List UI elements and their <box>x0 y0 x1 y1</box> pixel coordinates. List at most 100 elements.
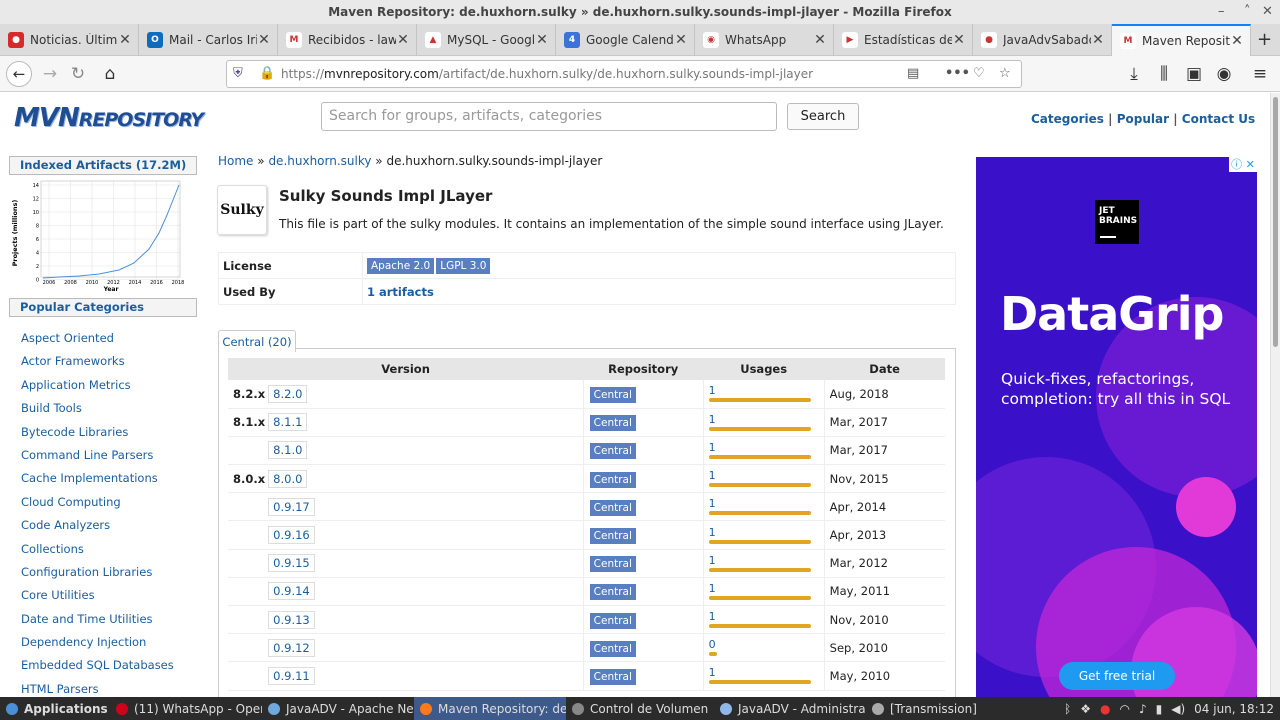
indexed-artifacts-header[interactable]: Indexed Artifacts (17.2M) <box>9 156 197 175</box>
sidebar-category-link[interactable]: Bytecode Libraries <box>21 421 197 444</box>
taskbar-item[interactable]: (11) WhatsApp - Opera <box>110 697 262 720</box>
browser-tab[interactable]: ● JavaAdvSabado ✕ <box>973 24 1112 56</box>
col-header-version[interactable]: Version <box>228 358 584 380</box>
page-scrollbar[interactable] <box>1270 93 1280 697</box>
usages-link[interactable]: 1 <box>709 442 824 453</box>
advertisement[interactable]: ⓘ ✕ JET BRAINS DataGrip Quick-fixes, refa… <box>976 157 1257 697</box>
lock-icon[interactable]: 🔒 <box>259 66 275 81</box>
minimize-icon[interactable]: – <box>1218 0 1225 24</box>
usages-link[interactable]: 1 <box>709 470 824 481</box>
repository-badge[interactable]: Central <box>589 415 636 432</box>
license-badge[interactable]: LGPL 3.0 <box>436 257 491 274</box>
tracking-shield-icon[interactable]: ⛨ <box>233 66 243 81</box>
home-button[interactable]: ⌂ <box>98 62 122 86</box>
sidebar-category-link[interactable]: Embedded SQL Databases <box>21 654 197 677</box>
sidebar-category-link[interactable]: Build Tools <box>21 397 197 420</box>
repository-badge[interactable]: Central <box>589 443 636 460</box>
bluetooth-icon[interactable]: ᛒ <box>1064 702 1071 716</box>
taskbar-item[interactable]: JavaADV - Apache Net... <box>262 697 414 720</box>
version-link[interactable]: 8.0.0 <box>268 469 308 488</box>
browser-tab[interactable]: ▶ Estadísticas del ✕ <box>834 24 973 56</box>
popular-link[interactable]: Popular <box>1117 112 1169 126</box>
record-icon[interactable]: ● <box>1100 702 1110 716</box>
col-header-repository[interactable]: Repository <box>583 358 704 380</box>
search-button[interactable]: Search <box>787 103 859 130</box>
version-link[interactable]: 8.1.1 <box>268 413 308 432</box>
back-button[interactable]: ← <box>6 61 32 87</box>
contact-link[interactable]: Contact Us <box>1182 112 1255 126</box>
notification-icon[interactable]: ♪ <box>1139 702 1147 716</box>
page-actions-icon[interactable]: ••• <box>945 66 970 81</box>
browser-tab[interactable]: ◉ WhatsApp ✕ <box>695 24 834 56</box>
ad-close-icon[interactable]: ⓘ ✕ <box>1229 157 1257 172</box>
version-link[interactable]: 0.9.16 <box>268 526 315 545</box>
close-tab-icon[interactable]: ✕ <box>674 32 688 48</box>
col-header-usages[interactable]: Usages <box>703 358 825 380</box>
version-link[interactable]: 0.9.15 <box>268 554 315 573</box>
browser-tab[interactable]: M Maven Reposito ✕ <box>1112 24 1251 56</box>
popular-categories-header[interactable]: Popular Categories <box>9 298 197 317</box>
wifi-icon[interactable]: ◠ <box>1119 702 1129 716</box>
usages-link[interactable]: 1 <box>709 498 824 509</box>
browser-tab[interactable]: 4 Google Calendo ✕ <box>556 24 695 56</box>
taskbar-item[interactable]: [Transmission] <box>866 697 1018 720</box>
sidebar-category-link[interactable]: Actor Frameworks <box>21 350 197 373</box>
new-tab-button[interactable]: + <box>1251 24 1278 55</box>
browser-tab[interactable]: O Mail - Carlos Iri ✕ <box>139 24 278 56</box>
sidebar-category-link[interactable]: Application Metrics <box>21 374 197 397</box>
repository-badge[interactable]: Central <box>589 471 636 488</box>
stop-loading-icon[interactable]: ↻ <box>66 62 90 86</box>
reader-view-icon[interactable]: ▤ <box>907 66 919 81</box>
volume-icon[interactable]: ◀) <box>1171 702 1185 716</box>
url-text[interactable]: https://mvnrepository.com/artifact/de.hu… <box>281 61 813 87</box>
taskbar-item[interactable]: Control de Volumen <box>566 697 714 720</box>
repository-badge[interactable]: Central <box>589 528 636 545</box>
used-by-link[interactable]: 1 artifacts <box>367 285 434 299</box>
version-link[interactable]: 8.2.0 <box>268 384 308 403</box>
usages-link[interactable]: 1 <box>709 667 824 678</box>
repository-badge[interactable]: Central <box>589 612 636 629</box>
site-logo[interactable]: MVNREPOSITORY <box>14 103 204 133</box>
close-tab-icon[interactable]: ✕ <box>257 32 271 48</box>
sidebar-category-link[interactable]: Cache Implementations <box>21 467 197 490</box>
sidebar-category-link[interactable]: Command Line Parsers <box>21 444 197 467</box>
version-link[interactable]: 0.9.14 <box>268 582 315 601</box>
pocket-icon[interactable]: ♡ <box>973 66 985 81</box>
maximize-icon[interactable]: ˄ <box>1244 0 1251 24</box>
sidebar-icon[interactable]: ▣ <box>1182 62 1206 86</box>
version-link[interactable]: 0.9.13 <box>268 610 315 629</box>
repository-badge[interactable]: Central <box>589 668 636 685</box>
sidebar-category-link[interactable]: HTML Parsers <box>21 678 197 697</box>
usages-link[interactable]: 0 <box>709 639 824 650</box>
usages-link[interactable]: 1 <box>709 527 824 538</box>
battery-icon[interactable]: ▮ <box>1156 702 1163 716</box>
categories-link[interactable]: Categories <box>1031 112 1104 126</box>
browser-tab[interactable]: ▲ MySQL - Google ✕ <box>417 24 556 56</box>
usages-link[interactable]: 1 <box>709 555 824 566</box>
breadcrumb-home[interactable]: Home <box>218 154 253 168</box>
sidebar-category-link[interactable]: Code Analyzers <box>21 514 197 537</box>
forward-button[interactable]: → <box>38 62 62 86</box>
menu-icon[interactable]: ≡ <box>1248 62 1272 86</box>
usages-link[interactable]: 1 <box>709 583 824 594</box>
repository-badge[interactable]: Central <box>589 556 636 573</box>
ad-cta-button[interactable]: Get free trial <box>1059 662 1175 690</box>
applications-menu[interactable]: Applications <box>0 697 110 720</box>
library-icon[interactable]: ⫼ <box>1152 62 1176 86</box>
close-tab-icon[interactable]: ✕ <box>813 32 827 48</box>
tab-central[interactable]: Central (20) <box>218 330 296 352</box>
scrollbar-thumb[interactable] <box>1273 97 1278 347</box>
account-icon[interactable]: ◉ <box>1212 62 1236 86</box>
version-link[interactable]: 8.1.0 <box>268 441 308 460</box>
close-window-icon[interactable]: ✕ <box>1262 0 1273 24</box>
usages-link[interactable]: 1 <box>709 414 824 425</box>
repository-badge[interactable]: Central <box>589 386 636 403</box>
close-tab-icon[interactable]: ✕ <box>118 32 132 48</box>
sidebar-category-link[interactable]: Collections <box>21 538 197 561</box>
repository-badge[interactable]: Central <box>589 499 636 516</box>
sidebar-category-link[interactable]: Dependency Injection <box>21 631 197 654</box>
browser-tab[interactable]: M Recibidos - law ✕ <box>278 24 417 56</box>
sidebar-category-link[interactable]: Aspect Oriented <box>21 327 197 350</box>
breadcrumb-group[interactable]: de.huxhorn.sulky <box>268 154 371 168</box>
usages-link[interactable]: 1 <box>709 611 824 622</box>
